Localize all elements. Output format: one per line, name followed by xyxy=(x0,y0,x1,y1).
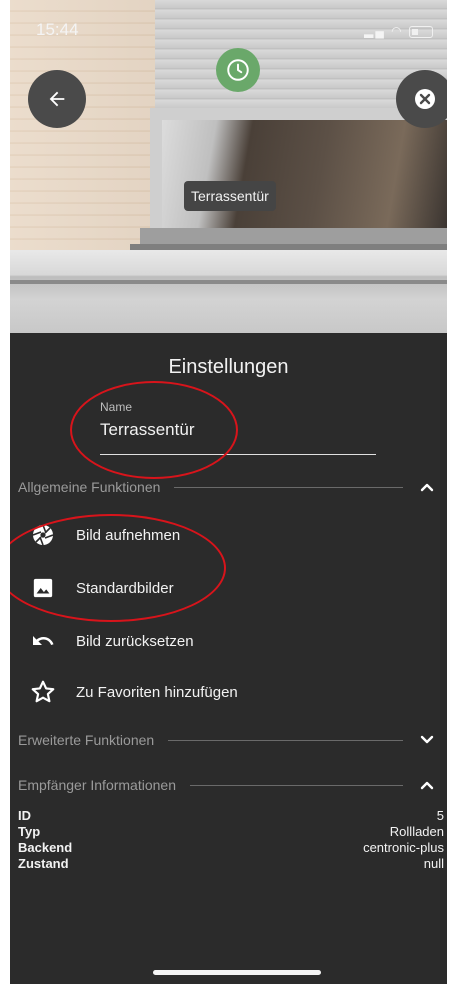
section-receiver-header[interactable]: Empfänger Informationen xyxy=(10,775,447,795)
signal-icon: ▂▄ xyxy=(364,24,386,38)
info-key: Typ xyxy=(18,824,41,839)
photo-ground xyxy=(10,250,447,333)
chevron-up-icon[interactable] xyxy=(417,780,437,790)
info-value: 5 xyxy=(436,808,444,823)
info-value: centronic-plus xyxy=(363,840,444,855)
app-screen: 15:44 ▂▄ ◠ Terrassentür Einstellungen Na… xyxy=(10,0,447,984)
section-advanced-header[interactable]: Erweiterte Funktionen xyxy=(10,730,447,750)
name-field[interactable]: Name Terrassentür xyxy=(100,400,376,455)
reset-image-item[interactable]: Bild zurücksetzen xyxy=(30,625,194,657)
section-general-header[interactable]: Allgemeine Funktionen xyxy=(10,477,447,497)
star-outline-icon xyxy=(30,679,56,705)
battery-icon xyxy=(409,25,433,38)
name-field-label: Name xyxy=(100,400,133,414)
default-images-label: Standardbilder xyxy=(76,579,174,597)
name-field-underline xyxy=(100,454,376,455)
info-row-state: Zustand null xyxy=(18,856,444,872)
back-button[interactable] xyxy=(28,70,86,128)
clock-icon xyxy=(227,59,249,81)
info-value: null xyxy=(423,856,444,871)
image-icon xyxy=(30,575,56,601)
info-row-id: ID 5 xyxy=(18,808,444,824)
status-time: 15:44 xyxy=(36,20,79,39)
status-icons: ▂▄ ◠ xyxy=(364,24,433,38)
info-row-backend: Backend centronic-plus xyxy=(18,840,444,856)
reset-image-label: Bild zurücksetzen xyxy=(76,632,194,650)
arrow-left-icon xyxy=(49,91,65,107)
section-receiver-label: Empfänger Informationen xyxy=(18,777,176,793)
receiver-info-table: ID 5 Typ Rollladen Backend centronic-plu… xyxy=(18,808,444,872)
section-advanced-label: Erweiterte Funktionen xyxy=(18,732,155,748)
section-divider xyxy=(189,784,403,786)
section-divider xyxy=(174,486,403,488)
info-key: ID xyxy=(18,808,31,823)
close-button[interactable] xyxy=(396,70,447,128)
wifi-icon: ◠ xyxy=(391,24,404,38)
photo-window-glass xyxy=(162,120,447,232)
take-picture-label: Bild aufnehmen xyxy=(76,526,181,544)
undo-icon xyxy=(30,628,56,654)
name-field-value[interactable]: Terrassentür xyxy=(100,420,376,440)
add-favorite-label: Zu Favoriten hinzufügen xyxy=(76,683,238,701)
info-key: Zustand xyxy=(18,856,69,871)
info-key: Backend xyxy=(18,840,73,855)
camera-shutter-icon xyxy=(30,522,56,548)
photo-ground-line xyxy=(10,280,447,284)
info-row-type: Typ Rollladen xyxy=(18,824,444,840)
page-title: Einstellungen xyxy=(168,356,289,378)
take-picture-item[interactable]: Bild aufnehmen xyxy=(30,519,180,551)
section-general-label: Allgemeine Funktionen xyxy=(18,479,161,495)
add-favorite-item[interactable]: Zu Favoriten hinzufügen xyxy=(30,676,238,708)
timer-badge[interactable] xyxy=(216,48,260,92)
section-divider xyxy=(168,739,403,741)
default-images-item[interactable]: Standardbilder xyxy=(30,572,174,604)
info-value: Rollladen xyxy=(389,824,444,839)
device-name-chip: Terrassentür xyxy=(184,181,276,211)
chevron-up-icon[interactable] xyxy=(417,482,437,492)
chevron-down-icon[interactable] xyxy=(417,735,437,745)
device-photo: 15:44 ▂▄ ◠ Terrassentür xyxy=(10,0,447,333)
home-indicator[interactable] xyxy=(153,970,321,975)
close-circle-icon xyxy=(415,89,435,109)
